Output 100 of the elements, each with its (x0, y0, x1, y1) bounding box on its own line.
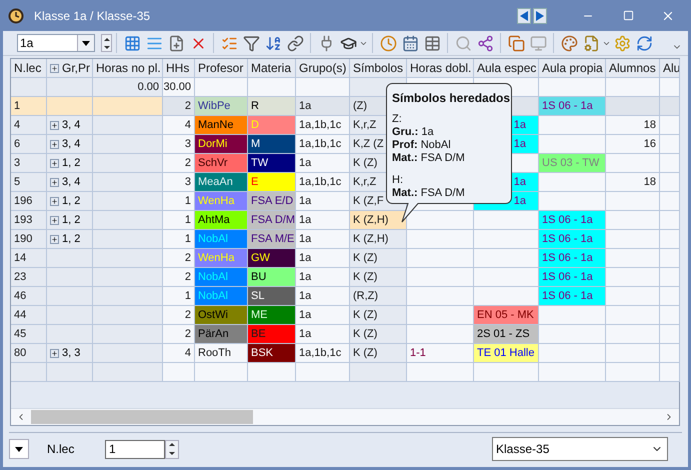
table-cell: 1a (296, 154, 350, 173)
window-title: Klasse 1a / Klasse-35 (34, 8, 150, 24)
table-cell: 1a (296, 97, 350, 116)
expand-icon[interactable] (50, 120, 59, 130)
up-arrow-icon (104, 38, 110, 40)
table-cell: TE 01 Halle (474, 344, 539, 363)
table-cell (539, 116, 606, 135)
table-cell: 1a,1b,1c (296, 173, 350, 192)
expand-icon[interactable] (50, 140, 59, 148)
column-header[interactable]: Alumnos (606, 59, 660, 78)
previous-button[interactable] (517, 8, 531, 24)
horizontal-scrollbar[interactable] (11, 408, 679, 425)
spin-button[interactable] (165, 440, 179, 458)
scrollbar-thumb[interactable] (31, 410, 253, 424)
table-cell: RooTh (195, 344, 248, 363)
table-cell-text: 3, 4 (62, 174, 80, 190)
table-cell: EN 05 - MK (474, 306, 539, 325)
table-cell: ME (248, 306, 296, 325)
table-cell: SchVr (195, 154, 248, 173)
table-cell: 1 (163, 230, 195, 249)
column-header[interactable]: Aula espec (474, 59, 539, 78)
table-cell: K (Z) (350, 306, 407, 325)
table-cell: 1S 06 - 1a (539, 249, 606, 268)
table-cell: K (Z,H) (350, 211, 407, 230)
column-header[interactable]: Horas dobl. (407, 59, 474, 78)
column-header[interactable]: N.lec (11, 59, 47, 78)
table-cell: 1a (296, 287, 350, 306)
field-label: N.lec (47, 441, 76, 458)
table-cell: WibPe (195, 97, 248, 116)
table-cell (606, 344, 660, 363)
table-cell (474, 249, 539, 268)
expand-icon[interactable] (50, 348, 59, 358)
table-cell (350, 363, 407, 382)
table-cell: (R,Z) (350, 287, 407, 306)
class-select[interactable]: 1a (17, 34, 95, 52)
table-cell: PärAn (195, 325, 248, 344)
column-header[interactable]: Materia (248, 59, 296, 78)
table-cell: 2 (163, 325, 195, 344)
dropdown-button[interactable] (9, 439, 29, 459)
table-cell (660, 325, 680, 344)
table-cell: K (Z) (350, 344, 407, 363)
table-cell: BSK (248, 344, 296, 363)
table-cell (248, 363, 296, 382)
lesson-number-field[interactable]: 1 (105, 440, 165, 458)
table-cell (47, 287, 93, 306)
table-cell: OstWi (195, 306, 248, 325)
table-cell (606, 230, 660, 249)
table-cell: BU (248, 268, 296, 287)
expand-icon[interactable] (50, 178, 59, 186)
table-cell (606, 363, 660, 382)
expand-icon[interactable] (50, 216, 59, 224)
expand-icon[interactable] (50, 196, 59, 206)
column-header[interactable]: Profesor (195, 59, 248, 78)
table-cell: NobAl (195, 268, 248, 287)
table-cell (93, 249, 163, 268)
table-cell: 2 (163, 249, 195, 268)
table-cell: ManNe (195, 116, 248, 135)
table-cell (195, 78, 248, 97)
table-cell: DorMi (195, 135, 248, 154)
column-header[interactable]: Aula propia (539, 59, 606, 78)
table-cell: 1a (296, 306, 350, 325)
table-cell (660, 78, 680, 97)
column-header[interactable]: Horas no pl. (93, 59, 163, 78)
table-cell (606, 306, 660, 325)
row-number: 45 (11, 325, 47, 344)
table-cell: 1a (296, 268, 350, 287)
table-cell: 1 (163, 287, 195, 306)
table-cell-text: 1, 2 (62, 232, 80, 247)
next-button[interactable] (533, 8, 547, 24)
column-header[interactable]: Símbolos (350, 59, 407, 78)
table-cell: 18 (606, 173, 660, 192)
table-cell (606, 78, 660, 97)
table-cell: 1-1 (407, 344, 474, 363)
table-cell: K (Z) (350, 268, 407, 287)
table-cell (407, 249, 474, 268)
table-cell (407, 306, 474, 325)
table-cell (660, 363, 680, 382)
table-cell: 3 (163, 135, 195, 154)
row-number: 6 (11, 135, 47, 154)
expand-icon[interactable] (50, 158, 59, 168)
table-cell: NobAl (195, 230, 248, 249)
spin-button[interactable] (101, 34, 112, 52)
table-cell-text: 1, 2 (62, 156, 80, 171)
column-header[interactable]: Gr,Pr (47, 59, 93, 78)
table-cell (474, 268, 539, 287)
expand-icon[interactable] (50, 234, 59, 244)
table-cell (660, 230, 680, 249)
table-cell (474, 211, 539, 230)
column-header[interactable]: Grupo(s) (296, 59, 350, 78)
table-cell (660, 116, 680, 135)
table-cell: 1a,1b,1c (296, 135, 350, 154)
left-arrow-icon (520, 10, 528, 20)
table-cell (539, 78, 606, 97)
table-cell: R (248, 97, 296, 116)
column-header[interactable]: HHs (163, 59, 195, 78)
table-cell: 1S 06 - 1a (539, 268, 606, 287)
table-cell: K (Z,H) (350, 230, 407, 249)
table-cell (539, 306, 606, 325)
class-select[interactable]: Klasse-35 (492, 437, 668, 461)
table-cell (660, 211, 680, 230)
